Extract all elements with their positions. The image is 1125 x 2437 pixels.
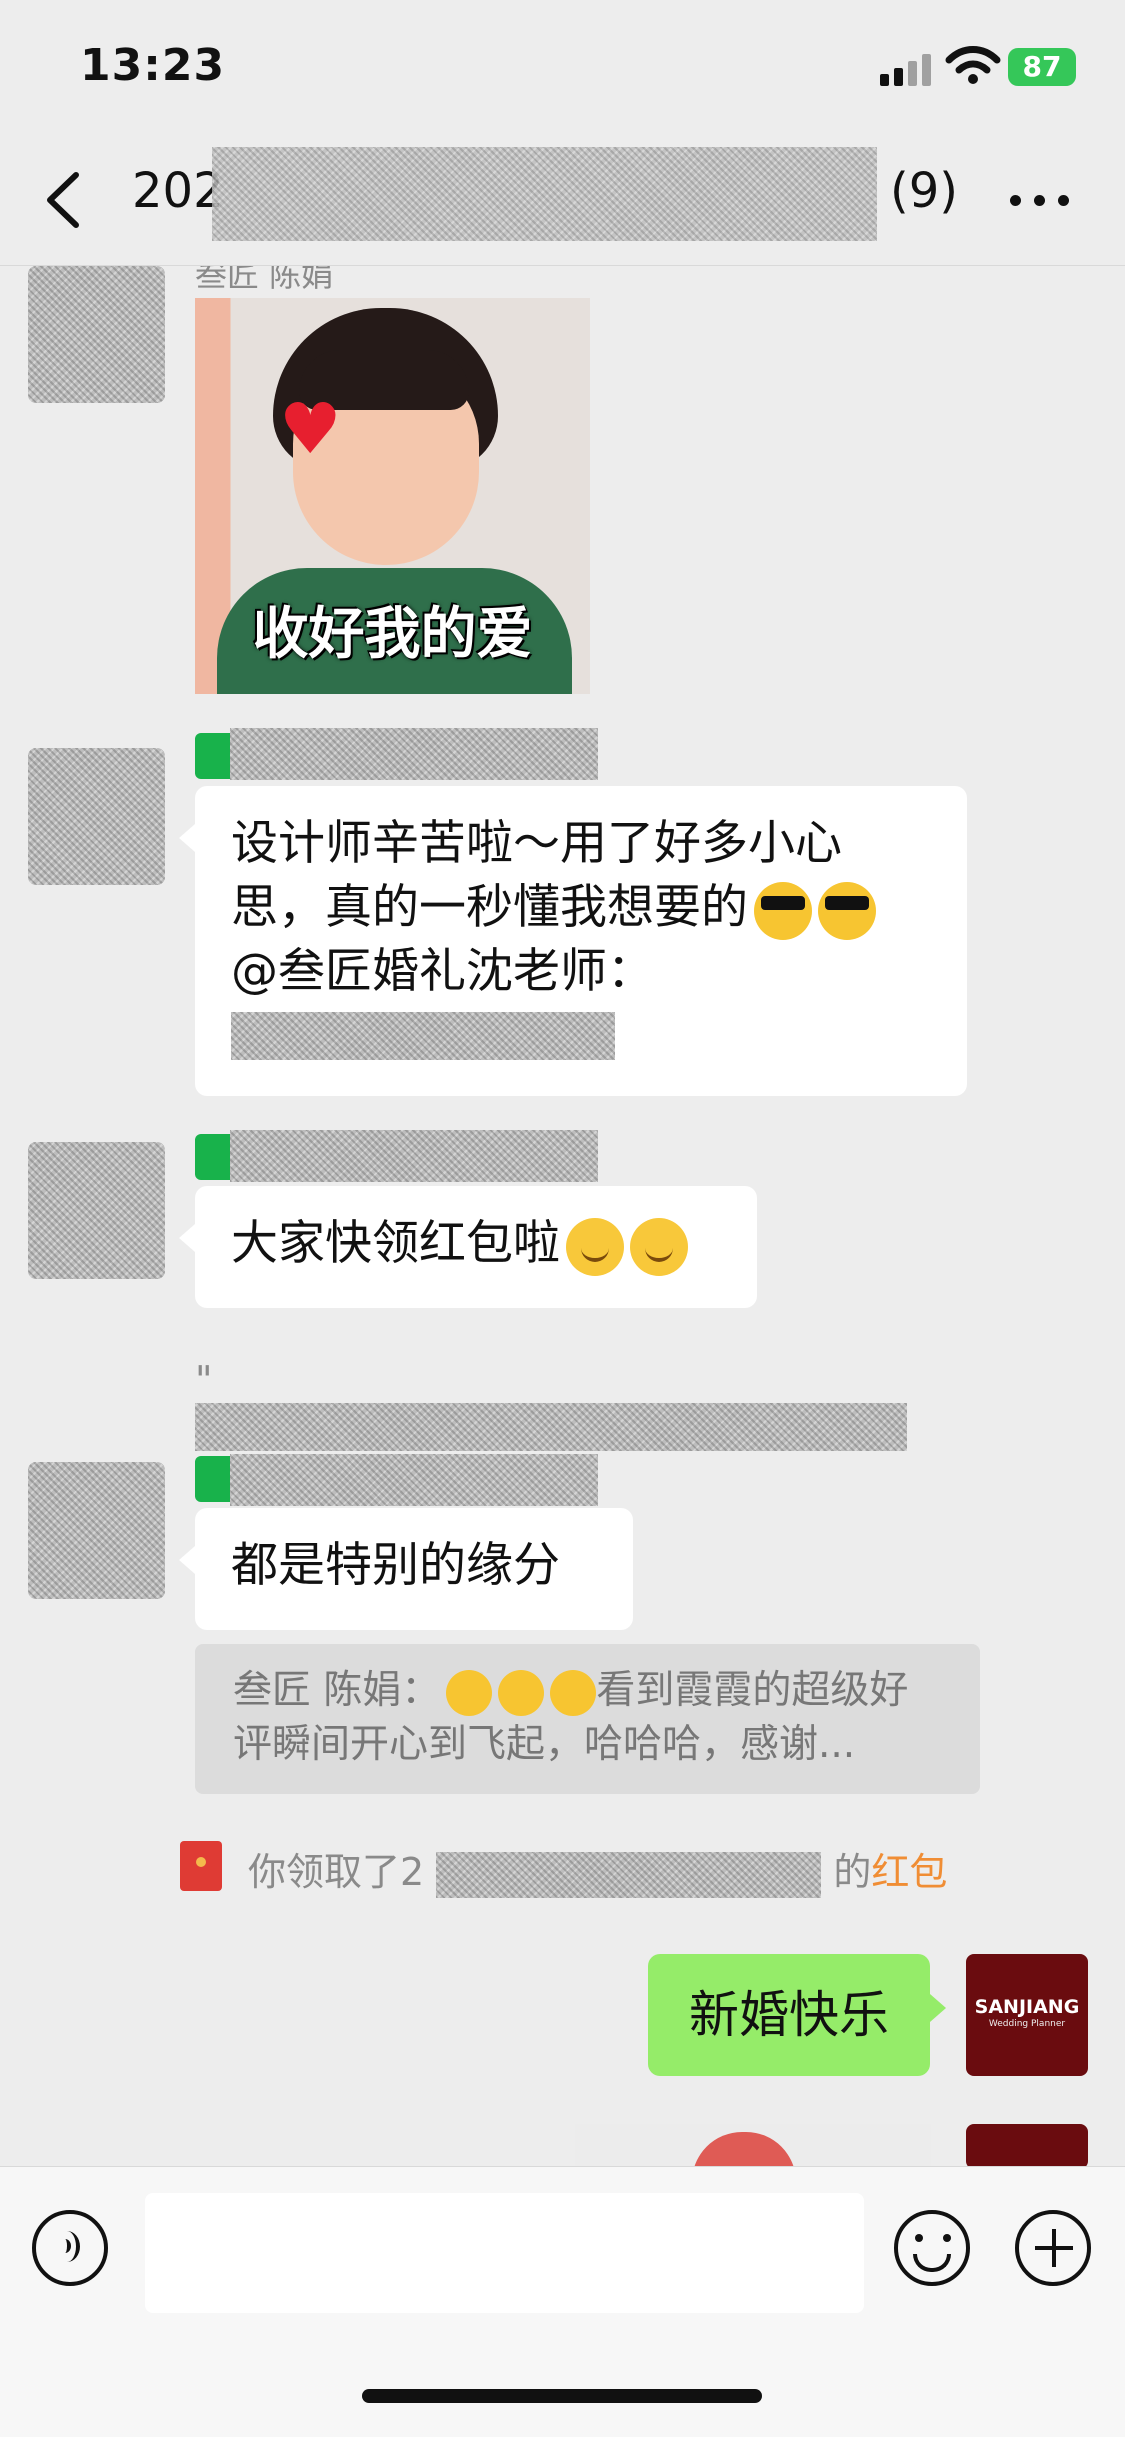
wifi-icon [945,46,1001,84]
message-input[interactable] [145,2193,864,2313]
red-packet-notice: 你领取了2 的红包 [248,1841,968,1898]
notice-suffix: 的 [833,1850,872,1894]
redacted-system-text [195,1402,907,1451]
text-message-bubble[interactable]: 都是特别的缘分 [179,1508,633,1630]
quoted-message-line: 叁匠 陈娟： 看到霞霞的超级好 [233,1664,942,1718]
redacted-sender-name [436,1851,822,1898]
brand-subtitle: Wedding Planner [988,2019,1066,2029]
redacted-group-title [212,147,877,241]
message-text-fragment: 思，真的一秒懂我想要的 [231,880,748,935]
sticker-image[interactable]: ♥ 收好我的爱 [195,298,590,694]
redacted-sender-name [230,1454,598,1506]
red-packet-icon [180,1841,222,1891]
group-member-count: (9) [890,163,958,219]
emoji-icon[interactable] [894,2210,970,2286]
sender-name: 叁匠 陈娟 [195,266,334,294]
mention-text[interactable]: @叁匠婚礼沈老师： [231,940,931,1004]
avatar[interactable] [28,748,165,885]
redacted-quoted-text [231,1012,615,1060]
kissing-emoji-icon [446,1669,493,1716]
brand-avatar[interactable]: SANJIANG Wedding Planner [966,1954,1088,2076]
kissing-emoji-icon [498,1669,545,1716]
plus-icon[interactable] [1015,2210,1091,2286]
message-text: 都是特别的缘分 [231,1538,560,1593]
quoted-message[interactable]: 叁匠 陈娟： 看到霞霞的超级好 评瞬间开心到飞起，哈哈哈，感谢... [195,1644,980,1794]
home-indicator [362,2389,762,2403]
message-text: 大家快领红包啦 [231,1216,560,1271]
red-packet-link[interactable]: 红包 [871,1850,947,1894]
heart-icon: ♥ [279,388,342,470]
sunglasses-emoji-icon [754,881,812,940]
quoted-sender: 叁匠 陈娟： [233,1668,441,1713]
quoted-text: 看到霞霞的超级好 [596,1668,909,1713]
system-notice: " [195,1358,925,1451]
redacted-sender-name [230,1130,598,1182]
heart-icon [692,2132,796,2166]
more-icon[interactable] [1010,195,1070,207]
smiling-emoji-icon [630,1217,688,1276]
avatar[interactable] [28,1142,165,1279]
kissing-emoji-icon [550,1669,597,1716]
sunglasses-emoji-icon [818,881,876,940]
avatar[interactable] [28,266,165,403]
text-message-bubble[interactable]: 大家快领红包啦 [179,1186,757,1308]
quote-mark: " [195,1358,213,1402]
cellular-signal-icon [880,52,932,86]
redacted-sender-name [230,728,598,780]
battery-indicator: 87 [1008,48,1076,86]
own-message-bubble[interactable]: 新婚快乐 [648,1954,946,2076]
voice-icon[interactable] [32,2210,108,2286]
sticker-caption: 收好我的爱 [252,602,533,667]
brand-name: SANJIANG [974,1996,1080,2018]
notice-prefix: 你领取了2 [248,1850,425,1894]
status-time: 13:23 [80,40,226,91]
message-text-line: 思，真的一秒懂我想要的 [231,876,931,940]
quoted-message-line: 评瞬间开心到飞起，哈哈哈，感谢... [233,1722,856,1767]
group-title-prefix: 202 [132,163,224,219]
partial-image-message[interactable] [575,2124,931,2166]
back-icon[interactable] [40,170,90,230]
avatar[interactable] [28,1462,165,1599]
text-message-bubble[interactable]: 设计师辛苦啦～用了好多小心 思，真的一秒懂我想要的 @叁匠婚礼沈老师： [179,786,967,1096]
chat-header: 202 (9) [0,135,1125,266]
smiling-emoji-icon [566,1217,624,1276]
status-bar: 13:23 87 [0,0,1125,135]
message-composer [0,2166,1125,2437]
message-text-line: 设计师辛苦啦～用了好多小心 [231,816,842,871]
chat-message-list[interactable]: 叁匠 陈娟 ♥ 收好我的爱 设计师辛苦啦～用了好多小心 思，真的一秒懂我想要的 … [0,266,1125,2166]
brand-avatar-partial[interactable] [966,2124,1088,2166]
